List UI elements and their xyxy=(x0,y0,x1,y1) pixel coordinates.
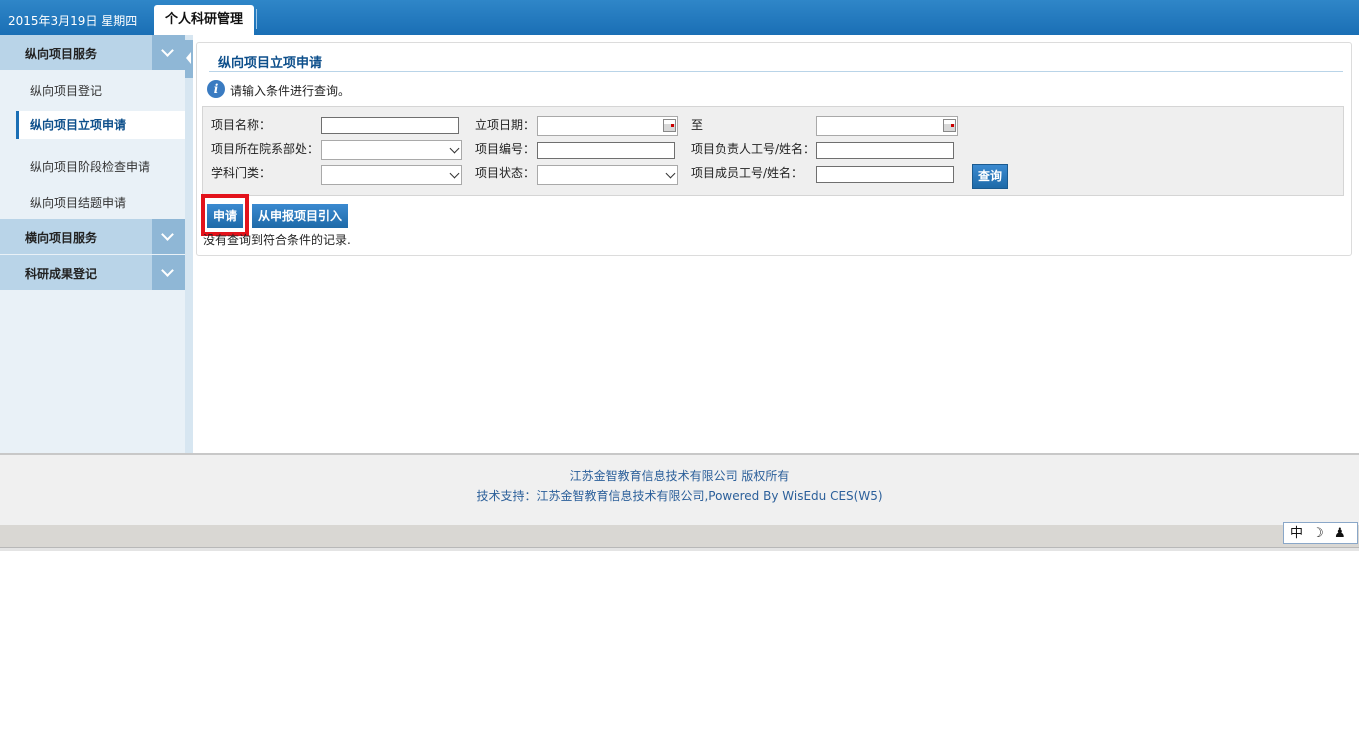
info-icon: i xyxy=(207,80,225,98)
footer: 江苏金智教育信息技术有限公司 版权所有 技术支持：江苏金智教育信息技术有限公司,… xyxy=(0,453,1359,527)
start-date-label: 立项日期： xyxy=(475,118,536,132)
sidebar-item-stage-check[interactable]: 纵向项目阶段检查申请 xyxy=(30,158,150,175)
search-form: 项目名称： 立项日期： 至 项目所在院系部处： 项目编号： 项目负责人工号/姓名… xyxy=(202,106,1344,196)
calendar-icon[interactable] xyxy=(943,119,956,132)
discipline-label: 学科门类： xyxy=(211,166,272,180)
leader-input[interactable] xyxy=(816,142,954,159)
section-toggle[interactable] xyxy=(152,219,185,254)
sidebar-item-project-application[interactable]: 纵向项目立项申请 xyxy=(16,111,185,139)
to-label: 至 xyxy=(691,118,704,132)
member-input[interactable] xyxy=(816,166,954,183)
project-name-input[interactable] xyxy=(321,117,459,134)
title-underline xyxy=(209,71,1343,72)
chevron-down-icon xyxy=(161,264,174,277)
section-toggle[interactable] xyxy=(152,35,185,70)
tab-personal-research[interactable]: 个人科研管理 xyxy=(154,5,254,35)
sidebar-item-completion[interactable]: 纵向项目结题申请 xyxy=(30,194,126,211)
status-select[interactable] xyxy=(537,165,678,185)
top-header-bar: 2015年3月19日 星期四 个人科研管理 xyxy=(0,0,1359,35)
sidebar-section-vertical-projects[interactable]: 纵向项目服务 xyxy=(0,35,185,70)
bottom-strip xyxy=(0,547,1359,551)
info-text: 请输入条件进行查询。 xyxy=(230,84,351,98)
member-label: 项目成员工号/姓名： xyxy=(691,166,804,180)
query-button[interactable]: 查询 xyxy=(972,164,1008,189)
section-toggle[interactable] xyxy=(152,255,185,290)
collapse-left-icon[interactable] xyxy=(186,52,191,64)
page-title: 纵向项目立项申请 xyxy=(218,56,323,71)
project-name-label: 项目名称： xyxy=(211,118,272,132)
sidebar-section-label: 纵向项目服务 xyxy=(25,47,98,61)
sidebar-section-horizontal-projects[interactable]: 横向项目服务 xyxy=(0,219,185,254)
moon-icon[interactable]: ☽ xyxy=(1312,526,1324,541)
highlight-box xyxy=(201,194,249,236)
discipline-select[interactable] xyxy=(321,165,462,185)
chevron-down-icon xyxy=(449,168,460,179)
browser-status-bar xyxy=(0,525,1359,547)
empty-result-message: 没有查询到符合条件的记录. xyxy=(203,233,351,247)
sidebar-section-label: 横向项目服务 xyxy=(25,231,98,245)
chevron-down-icon xyxy=(161,44,174,57)
footer-support: 技术支持：江苏金智教育信息技术有限公司,Powered By WisEdu CE… xyxy=(476,489,883,503)
end-date-input[interactable] xyxy=(816,116,958,136)
main-panel: 纵向项目立项申请 i 请输入条件进行查询。 项目名称： 立项日期： 至 项目所在… xyxy=(196,42,1352,256)
project-no-input[interactable] xyxy=(537,142,675,159)
import-from-declaration-button[interactable]: 从申报项目引入 xyxy=(252,204,348,228)
ime-mode[interactable]: 中 xyxy=(1290,526,1303,541)
sidebar-edge xyxy=(185,35,193,453)
project-no-label: 项目编号： xyxy=(475,142,536,156)
sidebar-section-label: 科研成果登记 xyxy=(25,267,98,281)
current-date: 2015年3月19日 星期四 xyxy=(8,14,138,28)
department-select[interactable] xyxy=(321,140,462,160)
start-date-input[interactable] xyxy=(537,116,678,136)
person-icon[interactable]: ♟ xyxy=(1334,526,1346,541)
sidebar-item-project-register[interactable]: 纵向项目登记 xyxy=(30,82,102,99)
ime-toolbar[interactable]: 中 ☽ ♟ xyxy=(1283,522,1358,544)
tab-divider xyxy=(256,9,257,29)
chevron-down-icon xyxy=(665,168,676,179)
chevron-down-icon xyxy=(449,143,460,154)
calendar-icon[interactable] xyxy=(663,119,676,132)
footer-copyright: 江苏金智教育信息技术有限公司 版权所有 xyxy=(569,469,790,483)
department-label: 项目所在院系部处： xyxy=(211,142,320,156)
sidebar-section-research-results[interactable]: 科研成果登记 xyxy=(0,255,185,290)
leader-label: 项目负责人工号/姓名： xyxy=(691,142,816,156)
chevron-down-icon xyxy=(161,228,174,241)
status-label: 项目状态： xyxy=(475,166,536,180)
